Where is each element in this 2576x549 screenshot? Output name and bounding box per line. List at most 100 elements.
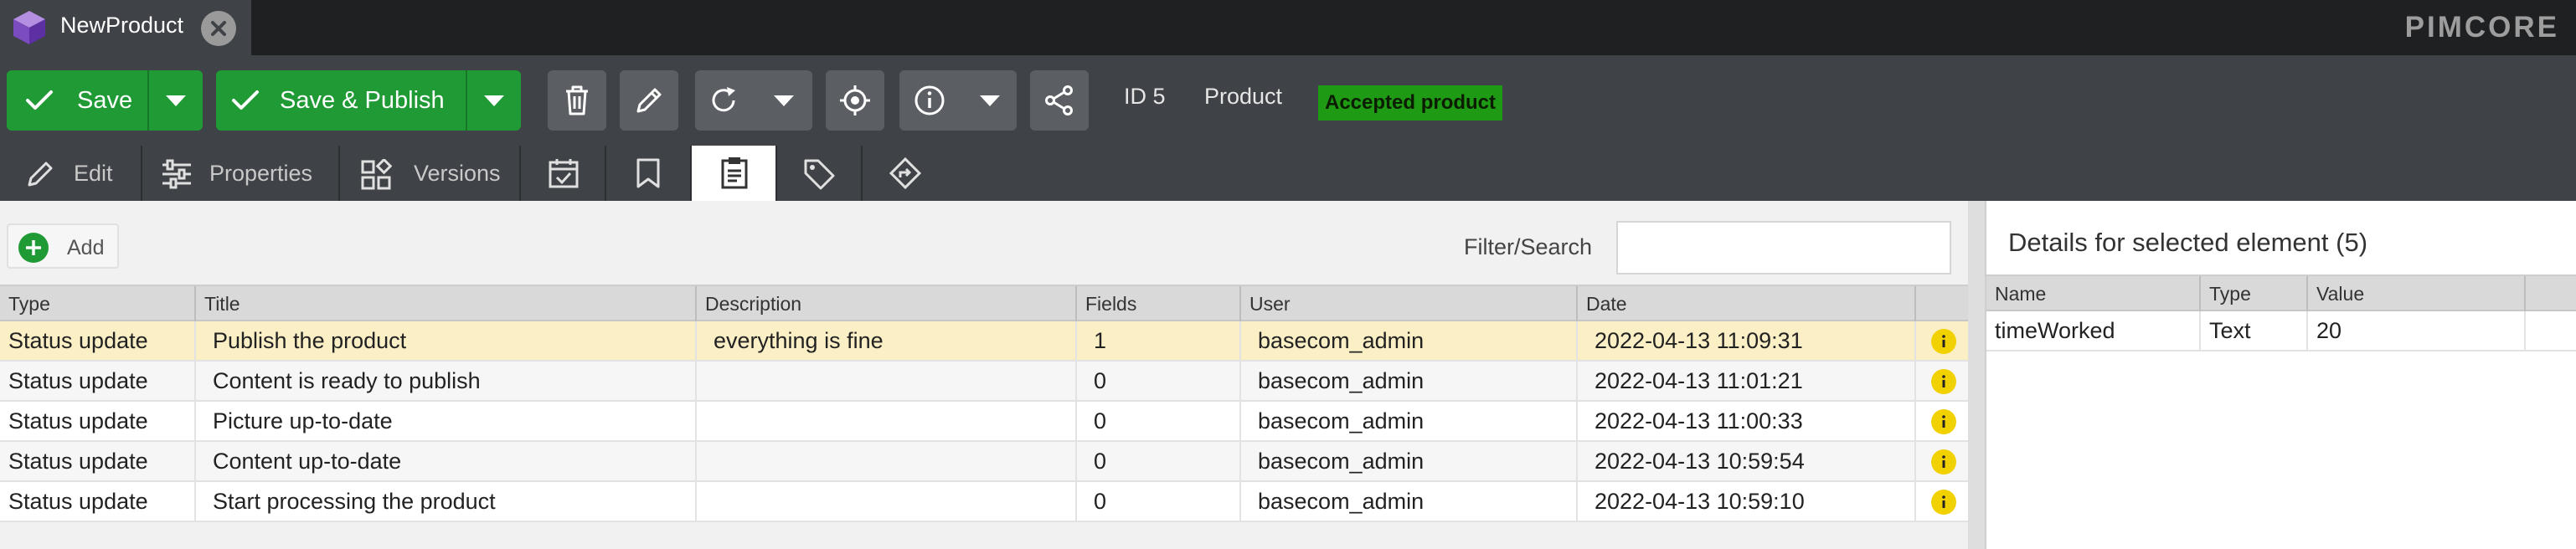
sliders-icon [161,159,193,189]
row-info-icon[interactable] [1931,369,1956,394]
tab-edit[interactable]: Edit [0,146,142,201]
column-header-type[interactable]: Type [0,286,196,321]
chevron-down-icon[interactable] [980,95,1000,107]
cell-date: 2022-04-13 10:59:54 [1578,442,1916,480]
close-tab-icon[interactable] [201,11,236,46]
cell-title: Start processing the product [196,482,697,521]
notes-panel: Add Filter/Search Type Title Description… [0,201,1968,549]
cell-title: Content is ready to publish [196,362,697,400]
filter-search-input[interactable] [1616,221,1951,274]
column-header-description[interactable]: Description [697,286,1077,321]
tab-workflow[interactable] [863,146,943,201]
tab-dependencies[interactable] [606,146,692,201]
table-row[interactable]: Status update Content is ready to publis… [0,362,1968,402]
row-info-icon[interactable] [1931,329,1956,354]
cell-user: basecom_admin [1241,442,1578,480]
cell-fields: 0 [1077,482,1241,521]
tab-properties[interactable]: Properties [142,146,340,201]
table-row[interactable]: Status update Start processing the produ… [0,482,1968,522]
workflow-icon [888,156,923,191]
cube-icon [12,9,47,46]
cell-type: Status update [0,362,196,400]
chevron-down-icon[interactable] [166,95,186,107]
table-row[interactable]: Status update Publish the product everyt… [0,321,1968,362]
object-toolbar: Save Save & Publish ID 5 Product Accepte… [0,55,2576,201]
column-header-type[interactable]: Type [2201,276,2308,311]
reload-button[interactable] [695,70,812,131]
cell-description: everything is fine [697,321,1077,360]
row-info-icon[interactable] [1931,449,1956,475]
cell-title: Picture up-to-date [196,402,697,440]
save-publish-button[interactable]: Save & Publish [216,70,521,131]
target-icon [838,84,872,117]
panel-splitter[interactable] [1968,201,1985,549]
rename-button[interactable] [620,70,678,131]
tab-notes-events[interactable] [692,146,777,201]
object-subtabs: Edit Properties Versions [0,146,943,201]
column-header-user[interactable]: User [1241,286,1578,321]
save-publish-button-label: Save & Publish [280,87,445,114]
cell-date: 2022-04-13 10:59:10 [1578,482,1916,521]
column-header-name[interactable]: Name [1986,276,2201,311]
table-row[interactable]: Status update Picture up-to-date 0 basec… [0,402,1968,442]
cell-description [697,482,1077,521]
cell-title: Publish the product [196,321,697,360]
refresh-icon [708,85,739,115]
cell-date: 2022-04-13 11:01:21 [1578,362,1916,400]
pencil-icon [634,85,664,115]
tab-properties-label: Properties [209,161,313,186]
locate-in-tree-button[interactable] [826,70,884,131]
object-class: Product [1204,84,1283,109]
check-icon [25,89,54,112]
column-header-fields[interactable]: Fields [1077,286,1241,321]
bookmark-icon [635,157,662,189]
delete-button[interactable] [548,70,606,131]
cell-user: basecom_admin [1241,482,1578,521]
chevron-down-icon[interactable] [774,95,794,107]
info-icon [913,84,946,117]
plus-icon [18,233,49,263]
share-icon [1043,85,1075,116]
details-row[interactable]: timeWorked Text 20 [1986,311,2576,351]
document-tab-bar: NewProduct PIMCORE [0,0,2576,55]
column-header-title[interactable]: Title [196,286,697,321]
cell-type: Status update [0,321,196,360]
calendar-check-icon [548,157,580,189]
info-button[interactable] [899,70,1017,131]
cell-description [697,442,1077,480]
tag-icon [802,157,836,191]
save-button[interactable]: Save [7,70,203,131]
table-row[interactable]: Status update Content up-to-date 0 basec… [0,442,1968,482]
cell-user: basecom_admin [1241,402,1578,440]
column-header-value[interactable]: Value [2308,276,2526,311]
trash-icon [564,85,590,116]
status-badge: Accepted product [1318,85,1503,121]
details-title: Details for selected element (5) [2008,228,2368,257]
share-button[interactable] [1030,70,1089,131]
notes-grid-header: Type Title Description Fields User Date [0,285,1968,321]
row-info-icon[interactable] [1931,409,1956,434]
column-header-date[interactable]: Date [1578,286,1916,321]
cell-name: timeWorked [1986,311,2201,350]
row-info-icon[interactable] [1931,490,1956,515]
cell-fields: 0 [1077,402,1241,440]
cell-fields: 0 [1077,362,1241,400]
cell-user: basecom_admin [1241,362,1578,400]
details-grid: Name Type Value timeWorked Text 20 [1986,274,2576,351]
tab-tags[interactable] [777,146,863,201]
object-id: ID 5 [1124,84,1166,109]
cell-type: Status update [0,402,196,440]
pimcore-logo: PIMCORE [2404,11,2559,44]
cell-title: Content up-to-date [196,442,697,480]
add-note-button[interactable]: Add [7,223,119,269]
tab-scheduling[interactable] [521,146,606,201]
cell-user: basecom_admin [1241,321,1578,360]
save-button-label: Save [77,87,133,114]
tab-versions[interactable]: Versions [340,146,521,201]
pimcore-app: NewProduct PIMCORE Save Save & Publish I… [0,0,2576,549]
chevron-down-icon[interactable] [484,95,504,107]
document-tab[interactable]: NewProduct [0,0,251,55]
versions-icon [360,159,392,191]
cell-type: Text [2201,311,2308,350]
check-icon [231,89,260,112]
